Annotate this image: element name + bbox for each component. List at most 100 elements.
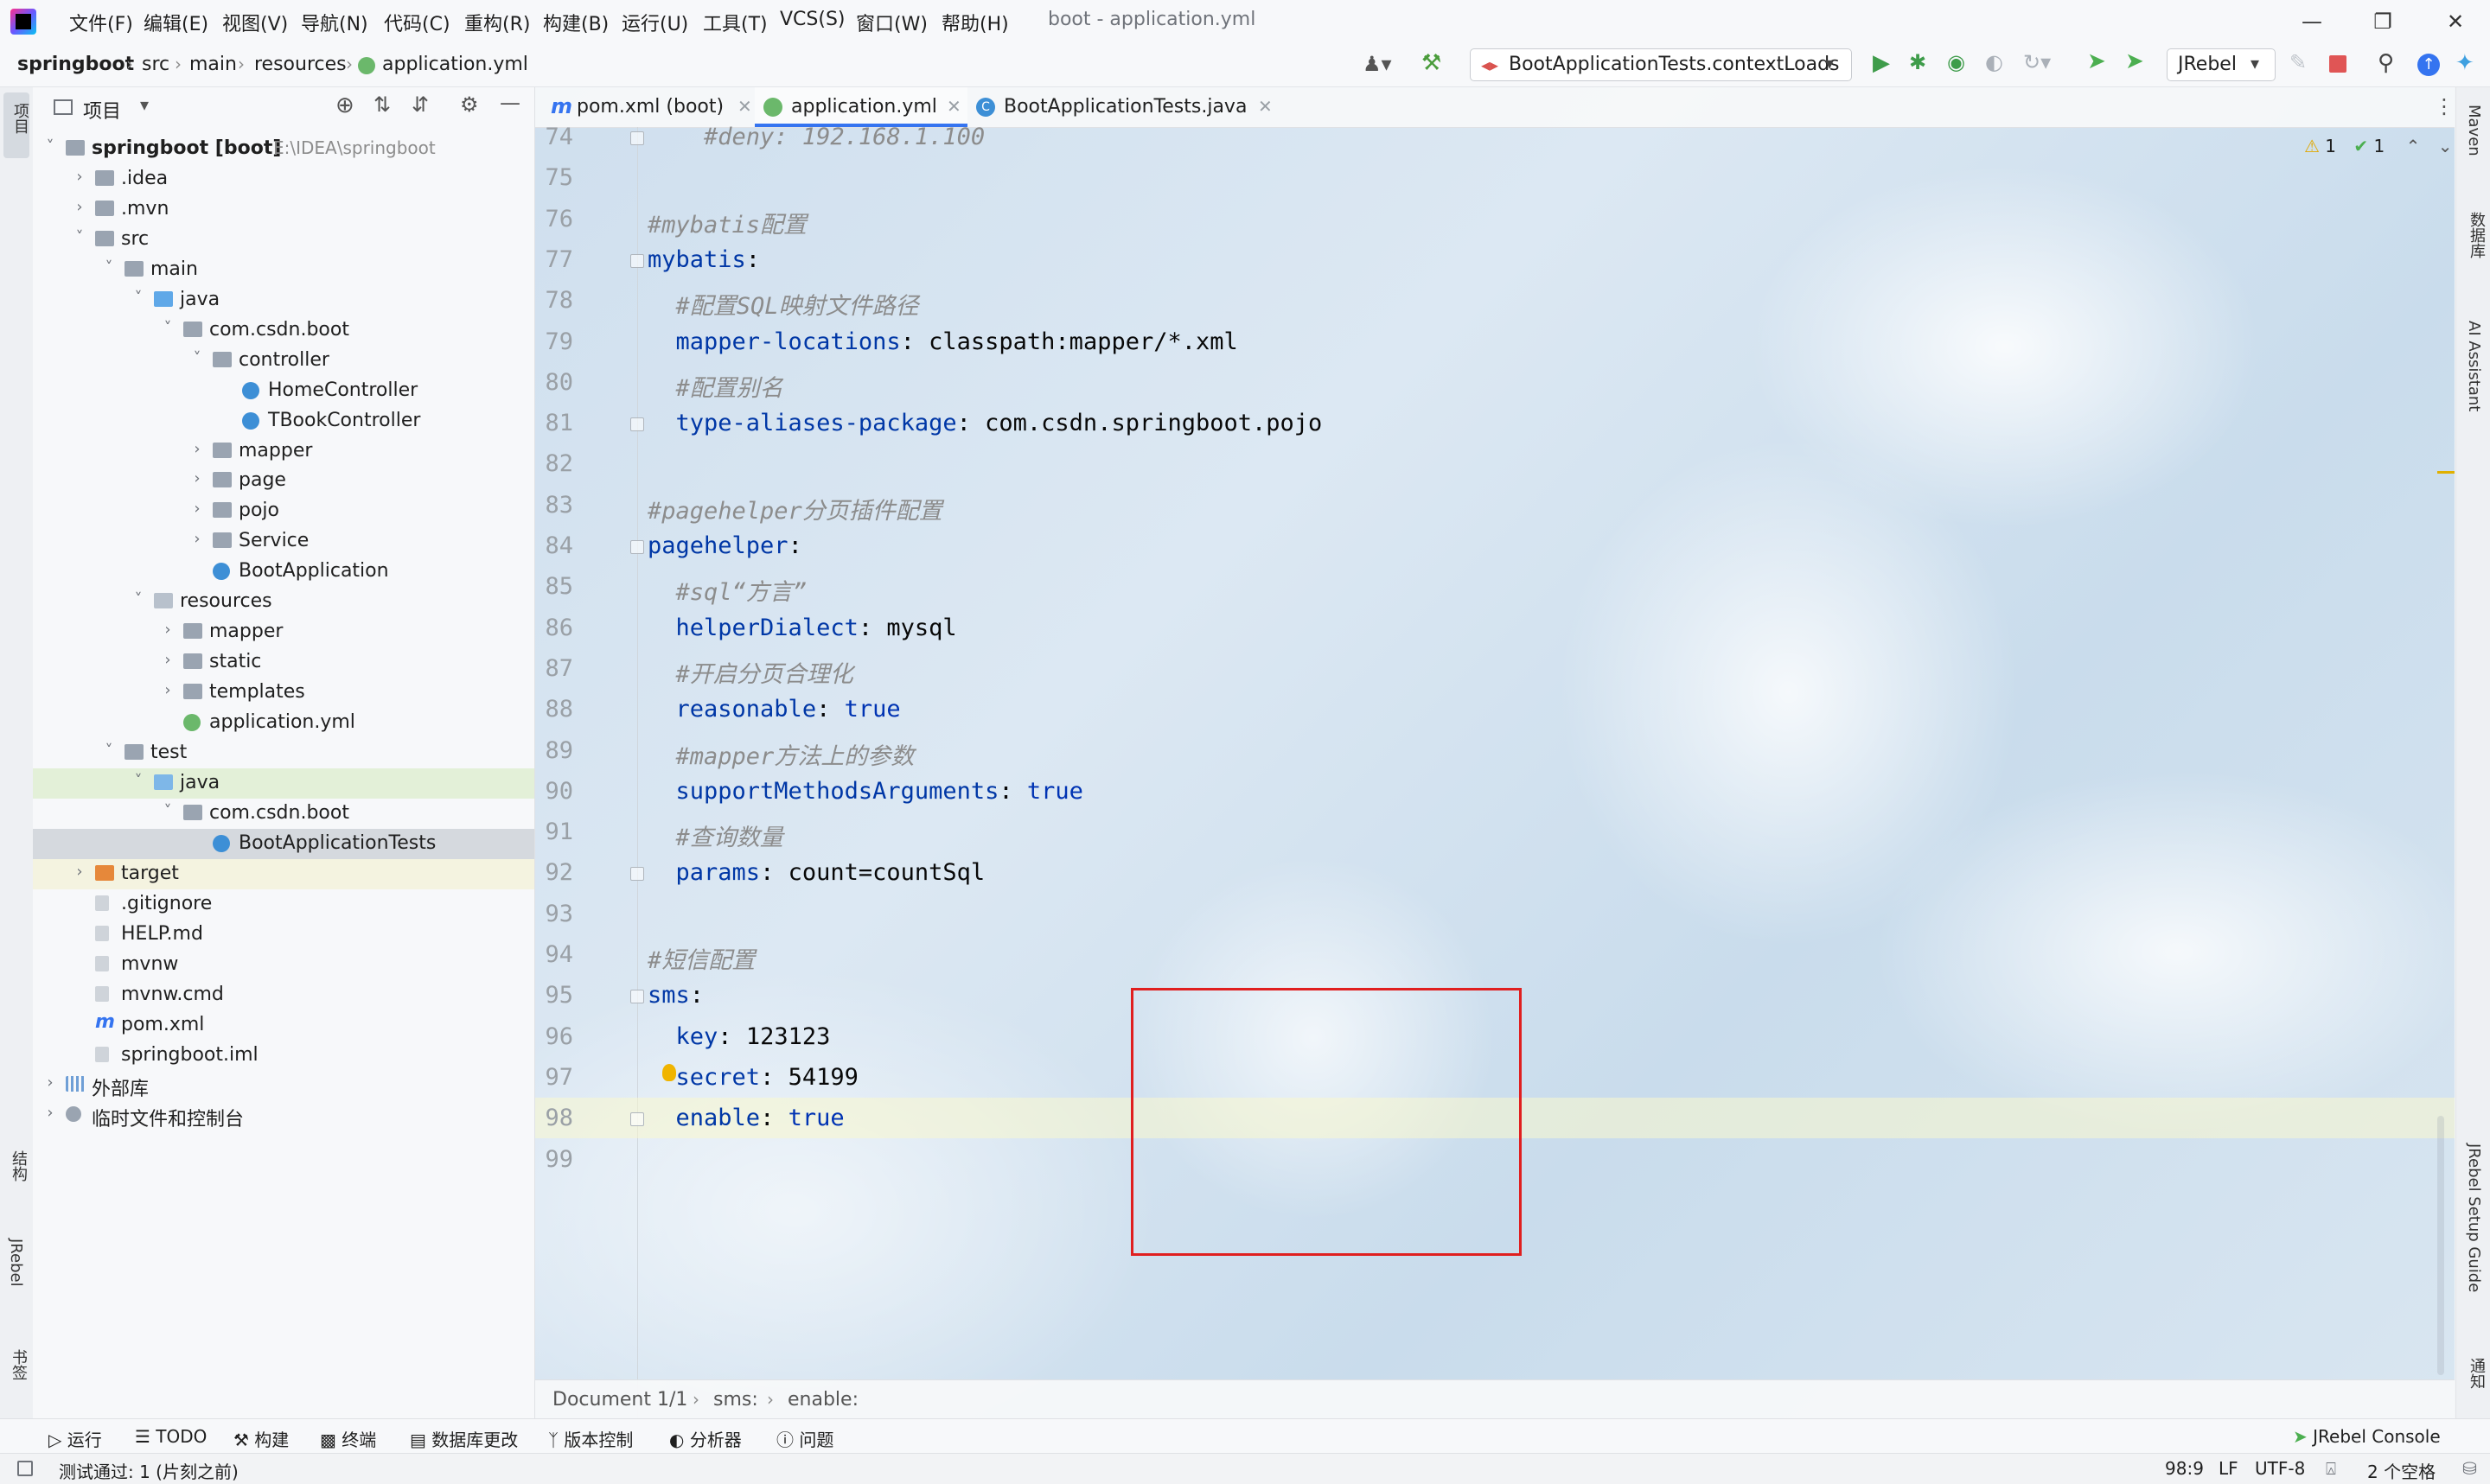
- maximize-icon[interactable]: ❐: [2366, 7, 2400, 36]
- code-line[interactable]: 84 pagehelper:: [535, 525, 2455, 566]
- tree-item[interactable]: HELP.md: [33, 920, 534, 950]
- chevron-right-icon[interactable]: ›: [42, 1104, 59, 1122]
- panel-toggle-icon[interactable]: [17, 1461, 33, 1476]
- menu-vcs[interactable]: VCS(S): [780, 9, 846, 30]
- tree-item[interactable]: › target: [33, 858, 534, 889]
- code-line[interactable]: 91 #查询数量: [535, 812, 2455, 852]
- debug-icon[interactable]: ✱: [1909, 50, 1926, 74]
- chevron-right-icon[interactable]: ›: [159, 651, 176, 669]
- code-line[interactable]: 85 #sql“方言”: [535, 566, 2455, 607]
- close-icon[interactable]: ✕: [1258, 96, 1273, 117]
- maven-tool-label[interactable]: Maven: [2465, 105, 2483, 156]
- fold-marker-icon[interactable]: [630, 540, 644, 554]
- chevron-down-icon[interactable]: ˅: [130, 289, 147, 307]
- tree-item[interactable]: ˅ com.csdn.boot: [33, 315, 534, 346]
- vertical-scrollbar[interactable]: [2437, 1116, 2444, 1375]
- terminal-tool-button[interactable]: ▩ 终端: [320, 1426, 376, 1451]
- code-line[interactable]: 89 #mapper方法上的参数: [535, 730, 2455, 771]
- indent-setting[interactable]: 2 个空格: [2367, 1458, 2436, 1483]
- profile-icon[interactable]: ◐: [1985, 50, 2003, 74]
- editor-breadcrumb-enable[interactable]: enable:: [788, 1389, 859, 1411]
- fold-marker-icon[interactable]: [630, 131, 644, 145]
- coverage-icon[interactable]: ◉: [1947, 50, 1965, 74]
- code-line[interactable]: 86 helperDialect: mysql: [535, 608, 2455, 648]
- jrebel-dropdown[interactable]: JRebel ▾: [2167, 48, 2276, 81]
- code-line[interactable]: 80 #配置别名: [535, 362, 2455, 403]
- fold-marker-icon[interactable]: [630, 253, 644, 268]
- tree-item[interactable]: › 临时文件和控制台: [33, 1100, 534, 1131]
- tree-item[interactable]: › static: [33, 647, 534, 678]
- tree-item[interactable]: application.yml: [33, 708, 534, 738]
- editor-breadcrumb-doc[interactable]: Document 1/1: [552, 1389, 687, 1411]
- chevron-right-icon[interactable]: ›: [159, 681, 176, 699]
- tree-item[interactable]: › templates: [33, 678, 534, 708]
- problems-tool-button[interactable]: ⓘ 问题: [776, 1426, 833, 1451]
- project-panel-title[interactable]: 项目: [83, 96, 121, 124]
- fold-marker-icon[interactable]: [630, 1112, 644, 1127]
- code-line[interactable]: 76 #mybatis配置: [535, 199, 2455, 239]
- tree-item[interactable]: ˅ java: [33, 767, 534, 799]
- menu-file[interactable]: 文件(F): [69, 9, 133, 36]
- tree-item[interactable]: .gitignore: [33, 889, 534, 920]
- menu-code[interactable]: 代码(C): [384, 9, 450, 36]
- file-encoding[interactable]: UTF-8: [2255, 1458, 2305, 1479]
- tree-item[interactable]: HomeController: [33, 376, 534, 406]
- chevron-right-icon[interactable]: ›: [188, 500, 206, 518]
- code-line[interactable]: 75: [535, 157, 2455, 198]
- minimize-icon[interactable]: —: [2295, 7, 2329, 36]
- caret-position[interactable]: 98:9: [2165, 1458, 2204, 1479]
- code-line[interactable]: 88 reasonable: true: [535, 689, 2455, 729]
- code-line[interactable]: 83 #pagehelper分页插件配置: [535, 485, 2455, 525]
- tree-item[interactable]: mvnw.cmd: [33, 980, 534, 1010]
- locate-icon[interactable]: ⊕: [335, 92, 354, 118]
- attach-icon[interactable]: ✎: [2289, 50, 2307, 74]
- code-line[interactable]: 92 params: count=countSql: [535, 852, 2455, 893]
- code-line[interactable]: 81 type-aliases-package: com.csdn.spring…: [535, 403, 2455, 443]
- jrebel-debug-icon[interactable]: ➤: [2125, 48, 2144, 74]
- chevron-down-icon[interactable]: ˅: [130, 590, 147, 608]
- build-hammer-icon[interactable]: ⚒: [1421, 50, 1441, 76]
- tree-item[interactable]: m pom.xml: [33, 1010, 534, 1041]
- jrebel-console-button[interactable]: ➤ JRebel Console: [2293, 1426, 2441, 1447]
- chevron-right-icon[interactable]: ›: [71, 198, 88, 216]
- chevron-right-icon[interactable]: ›: [71, 168, 88, 186]
- status-message[interactable]: 测试通过: 1 (片刻之前): [59, 1458, 239, 1483]
- chevron-right-icon[interactable]: ›: [71, 863, 88, 881]
- menu-navigate[interactable]: 导航(N): [301, 9, 368, 36]
- tree-item[interactable]: › pojo: [33, 496, 534, 526]
- vcs-tool-button[interactable]: ᛉ 版本控制: [548, 1426, 633, 1451]
- tree-item[interactable]: › page: [33, 466, 534, 496]
- code-line[interactable]: 79 mapper-locations: classpath:mapper/*.…: [535, 322, 2455, 362]
- intention-bulb-icon[interactable]: [662, 1064, 676, 1081]
- jrebel-setup-guide-label[interactable]: JRebel Setup Guide: [2465, 1143, 2483, 1292]
- readonly-toggle-icon[interactable]: ⍓: [2326, 1458, 2336, 1479]
- chevron-down-icon[interactable]: ˅: [100, 258, 118, 277]
- fold-marker-icon[interactable]: [630, 990, 644, 1004]
- project-tool-button[interactable]: 项目: [3, 92, 29, 158]
- menu-window[interactable]: 窗口(W): [856, 9, 928, 36]
- chevron-right-icon[interactable]: ›: [159, 621, 176, 639]
- stop-icon[interactable]: [2329, 55, 2346, 73]
- code-line[interactable]: 94 #短信配置: [535, 934, 2455, 975]
- db-changes-tool-button[interactable]: ▤ 数据库更改: [410, 1426, 518, 1451]
- chevron-right-icon[interactable]: ›: [42, 1073, 59, 1092]
- chevron-down-icon[interactable]: ˅: [159, 802, 176, 820]
- menu-tools[interactable]: 工具(T): [703, 9, 768, 36]
- menu-build[interactable]: 构建(B): [543, 9, 609, 36]
- tree-item[interactable]: › Service: [33, 526, 534, 557]
- code-line[interactable]: 78 #配置SQL映射文件路径: [535, 280, 2455, 321]
- chevron-down-icon[interactable]: ˅: [188, 349, 206, 367]
- chevron-down-icon[interactable]: ˅: [159, 319, 176, 337]
- breadcrumb-file[interactable]: application.yml: [382, 54, 528, 75]
- search-icon[interactable]: ⚲: [2378, 50, 2394, 76]
- chevron-down-icon[interactable]: ˅: [130, 772, 147, 790]
- menu-edit[interactable]: 编辑(E): [144, 9, 208, 36]
- tree-item[interactable]: › mapper: [33, 436, 534, 467]
- run-icon[interactable]: ▶: [1873, 50, 1890, 76]
- profiler-tool-button[interactable]: ◐ 分析器: [669, 1426, 742, 1451]
- more-run-icon[interactable]: ↻▾: [2023, 50, 2051, 74]
- breadcrumb-resources[interactable]: resources: [254, 54, 347, 75]
- breadcrumb-project[interactable]: springboot: [17, 54, 134, 75]
- tree-item[interactable]: BootApplicationTests: [33, 828, 534, 859]
- run-tool-button[interactable]: ▷ 运行: [48, 1426, 102, 1451]
